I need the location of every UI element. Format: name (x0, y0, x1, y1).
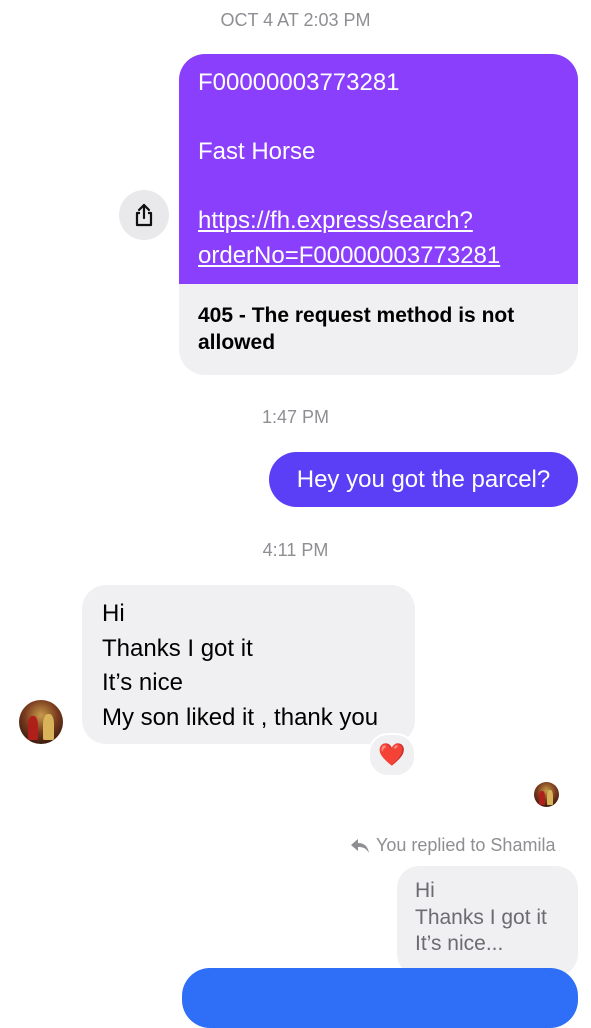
outgoing-reply-bubble[interactable] (182, 968, 578, 1028)
incoming-message-bubble[interactable]: Hi Thanks I got it It’s nice My son like… (82, 585, 415, 744)
reply-indicator-text: You replied to Shamila (376, 835, 556, 855)
outgoing-message-bubble[interactable]: Hey you got the parcel? (269, 452, 578, 507)
quoted-line-3: It’s nice... (415, 932, 504, 955)
share-icon (135, 203, 153, 227)
quoted-message-bubble[interactable]: Hi Thanks I got it It’s nice... (397, 866, 578, 976)
heart-reaction-icon: ❤️ (378, 742, 406, 767)
share-button[interactable] (119, 190, 169, 240)
read-receipt-avatar (534, 782, 559, 807)
courier-name-text: Fast Horse (198, 138, 316, 165)
timestamp-oct4: OCT 4 AT 2:03 PM (220, 10, 371, 30)
link-message-bubble[interactable]: F00000003773281 Fast Horse https://fh.ex… (179, 54, 578, 375)
heart-reaction[interactable]: ❤️ (368, 733, 416, 777)
timestamp-411: 4:11 PM (262, 540, 329, 560)
link-message-text: F00000003773281 Fast Horse https://fh.ex… (179, 54, 578, 284)
contact-avatar[interactable] (19, 700, 63, 744)
quoted-line-1: Hi (415, 879, 435, 902)
tracking-link-part1[interactable]: https://fh.express/search? (198, 207, 473, 234)
incoming-line-4: My son liked it , thank you (102, 703, 379, 731)
incoming-line-3: It’s nice (102, 669, 183, 696)
quoted-line-2: Thanks I got it (415, 905, 547, 929)
reply-arrow-icon (351, 838, 369, 853)
incoming-line-1: Hi (102, 600, 125, 627)
reply-indicator: You replied to Shamila (350, 835, 555, 856)
timestamp-147: 1:47 PM (261, 407, 330, 427)
tracking-link-part2[interactable]: orderNo=F00000003773281 (198, 242, 500, 269)
incoming-line-2: Thanks I got it (102, 634, 253, 662)
order-number-text: F00000003773281 (198, 69, 400, 96)
link-preview-title[interactable]: 405 - The request method is not allowed (179, 284, 578, 356)
